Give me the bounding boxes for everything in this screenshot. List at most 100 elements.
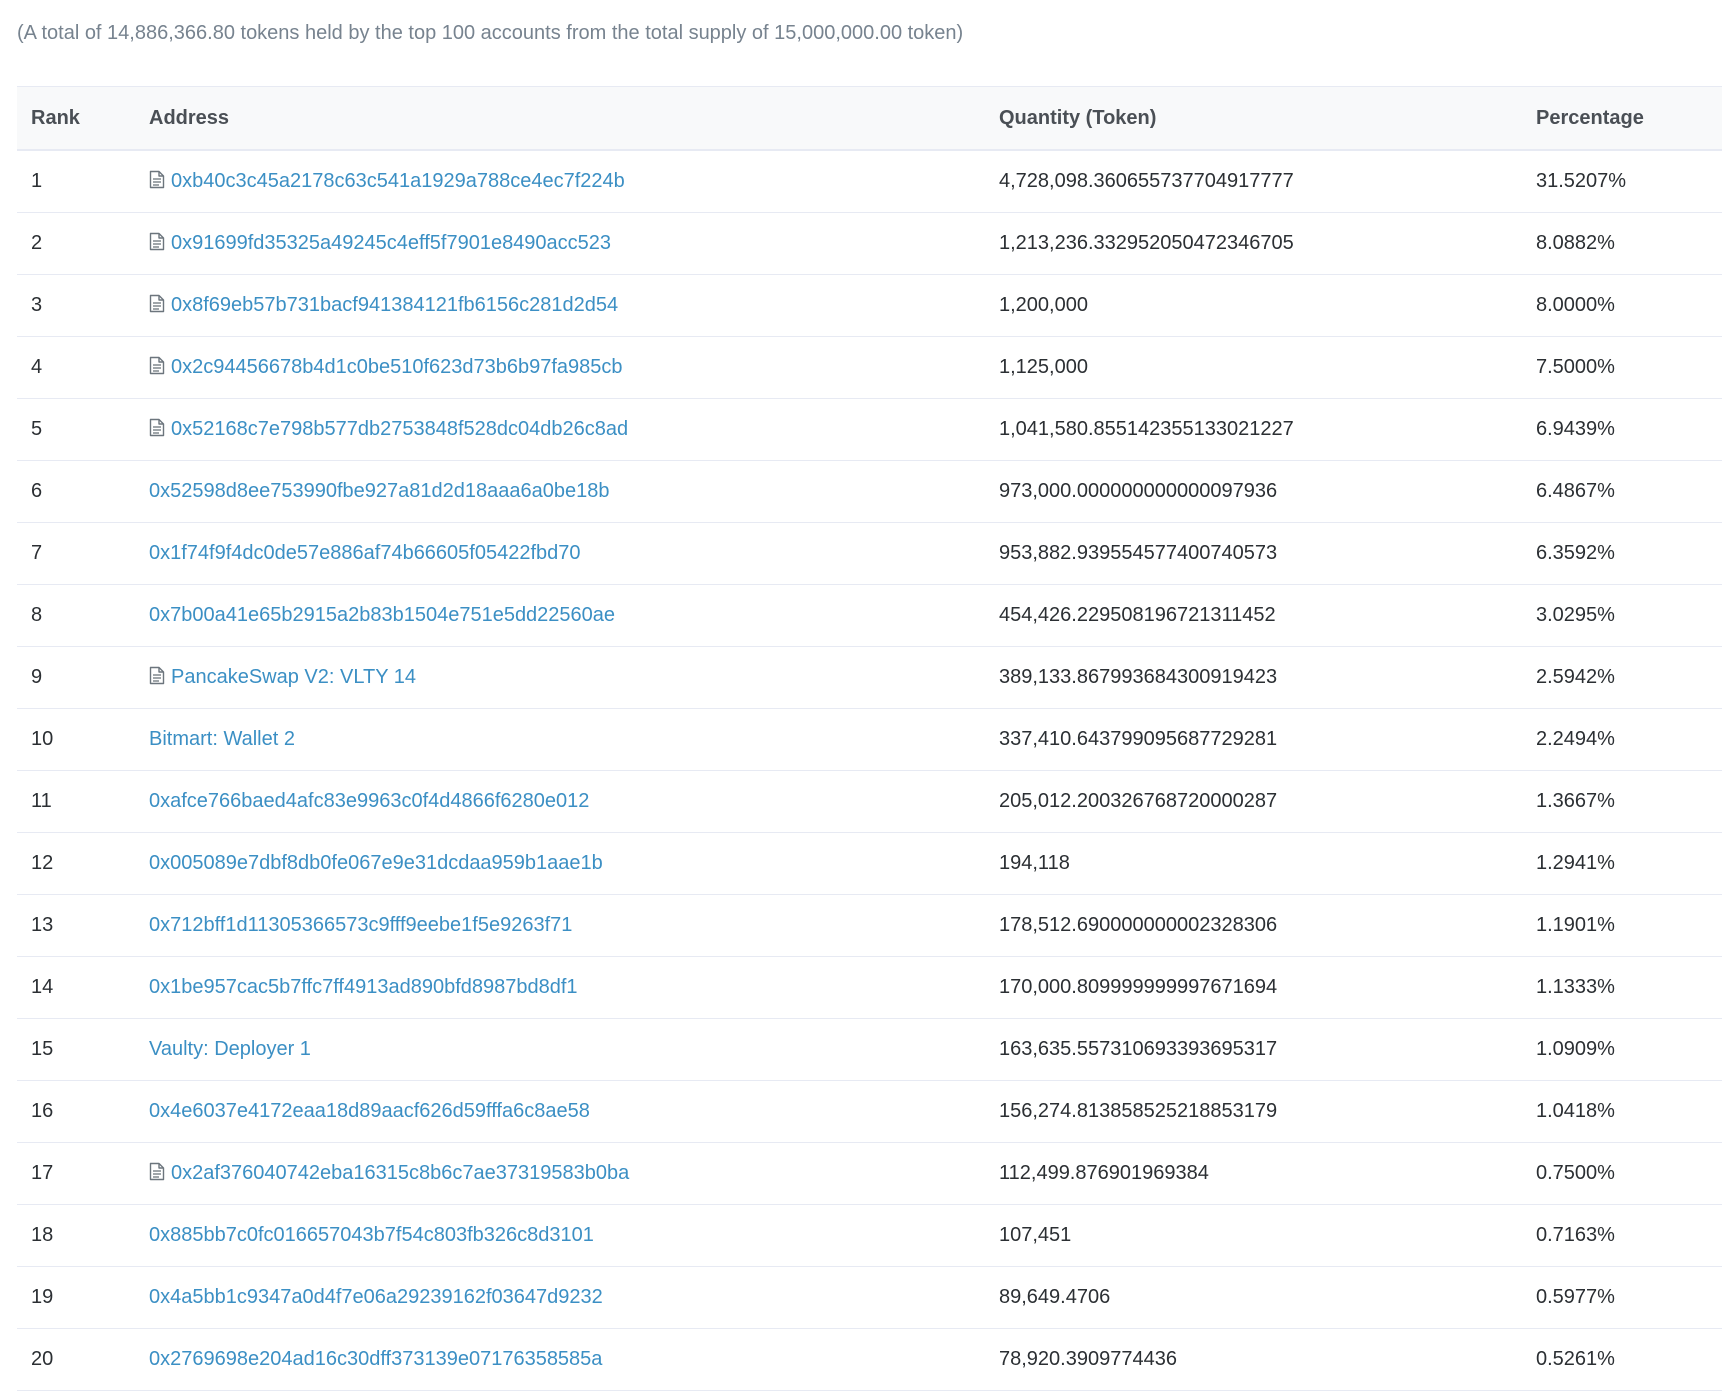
rank-cell: 8 — [17, 584, 135, 647]
address-cell: 0x4e6037e4172eaa18d89aacf626d59fffa6c8ae… — [135, 1080, 985, 1143]
holder-address-link[interactable]: 0x1be957cac5b7ffc7ff4913ad890bfd8987bd8d… — [149, 976, 578, 998]
contract-file-icon — [149, 232, 165, 251]
holder-address-link[interactable]: Bitmart: Wallet 2 — [149, 728, 295, 750]
percentage-cell: 1.3667% — [1522, 770, 1722, 833]
contract-file-icon — [149, 294, 165, 313]
holder-address-link[interactable]: 0xafce766baed4afc83e9963c0f4d4866f6280e0… — [149, 790, 589, 812]
percentage-cell: 3.0295% — [1522, 584, 1722, 647]
percentage-cell: 0.7163% — [1522, 1204, 1722, 1267]
percentage-cell: 7.5000% — [1522, 336, 1722, 399]
quantity-cell: 112,499.876901969384 — [985, 1142, 1522, 1205]
address-cell: Bitmart: Wallet 2 — [135, 708, 985, 771]
quantity-cell: 953,882.939554577400740573 — [985, 522, 1522, 585]
table-row: 18 0x885bb7c0fc016657043b7f54c803fb326c8d… — [17, 1204, 1722, 1267]
table-row: 19 0x4a5bb1c9347a0d4f7e06a29239162f03647d… — [17, 1266, 1722, 1329]
percentage-cell: 2.5942% — [1522, 646, 1722, 709]
percentage-cell: 0.7500% — [1522, 1142, 1722, 1205]
quantity-cell: 163,635.557310693393695317 — [985, 1018, 1522, 1081]
holder-address-link[interactable]: 0x005089e7dbf8db0fe067e9e31dcdaa959b1aae… — [149, 852, 603, 874]
address-cell: 0xb40c3c45a2178c63c541a1929a788ce4ec7f22… — [135, 150, 985, 213]
rank-cell: 15 — [17, 1018, 135, 1081]
holder-address-link[interactable]: 0x2af376040742eba16315c8b6c7ae37319583b0… — [171, 1162, 629, 1184]
address-cell: 0x8f69eb57b731bacf941384121fb6156c281d2d… — [135, 274, 985, 337]
percentage-cell: 0.5977% — [1522, 1266, 1722, 1329]
percentage-cell: 6.3592% — [1522, 522, 1722, 585]
holder-address-link[interactable]: 0x52598d8ee753990fbe927a81d2d18aaa6a0be1… — [149, 480, 609, 502]
rank-cell: 19 — [17, 1266, 135, 1329]
rank-cell: 18 — [17, 1204, 135, 1267]
percentage-cell: 1.0909% — [1522, 1018, 1722, 1081]
holder-address-link[interactable]: PancakeSwap V2: VLTY 14 — [171, 666, 416, 688]
address-cell: 0xafce766baed4afc83e9963c0f4d4866f6280e0… — [135, 770, 985, 833]
contract-file-icon — [149, 170, 165, 189]
table-row: 13 0x712bff1d11305366573c9fff9eebe1f5e926… — [17, 894, 1722, 957]
rank-cell: 11 — [17, 770, 135, 833]
address-cell: 0x52168c7e798b577db2753848f528dc04db26c8… — [135, 398, 985, 461]
holder-address-link[interactable]: 0xb40c3c45a2178c63c541a1929a788ce4ec7f22… — [171, 170, 625, 192]
table-row: 15 Vaulty: Deployer 1 163,635.557310693393… — [17, 1018, 1722, 1081]
quantity-cell: 337,410.643799095687729281 — [985, 708, 1522, 771]
quantity-cell: 78,920.3909774436 — [985, 1328, 1522, 1391]
holder-address-link[interactable]: 0x52168c7e798b577db2753848f528dc04db26c8… — [171, 418, 628, 440]
table-body: 1 0xb40c3c45a2178c63c541a1929a788ce4ec7f2… — [17, 150, 1722, 1391]
holder-address-link[interactable]: 0x7b00a41e65b2915a2b83b1504e751e5dd22560… — [149, 604, 615, 626]
quantity-cell: 156,274.813858525218853179 — [985, 1080, 1522, 1143]
holder-address-link[interactable]: 0x8f69eb57b731bacf941384121fb6156c281d2d… — [171, 294, 618, 316]
rank-cell: 7 — [17, 522, 135, 585]
rank-cell: 4 — [17, 336, 135, 399]
rank-cell: 1 — [17, 150, 135, 213]
address-cell: 0x712bff1d11305366573c9fff9eebe1f5e9263f… — [135, 894, 985, 957]
column-header-percentage: Percentage — [1536, 106, 1644, 129]
holder-address-link[interactable]: 0x885bb7c0fc016657043b7f54c803fb326c8d31… — [149, 1224, 594, 1246]
quantity-cell: 1,041,580.855142355133021227 — [985, 398, 1522, 461]
percentage-cell: 1.0418% — [1522, 1080, 1722, 1143]
holder-address-link[interactable]: 0x4a5bb1c9347a0d4f7e06a29239162f03647d92… — [149, 1286, 603, 1308]
quantity-cell: 89,649.4706 — [985, 1266, 1522, 1329]
rank-cell: 16 — [17, 1080, 135, 1143]
rank-cell: 12 — [17, 832, 135, 895]
table-row: 14 0x1be957cac5b7ffc7ff4913ad890bfd8987bd… — [17, 956, 1722, 1019]
rank-cell: 5 — [17, 398, 135, 461]
rank-cell: 13 — [17, 894, 135, 957]
address-cell: 0x2c94456678b4d1c0be510f623d73b6b97fa985… — [135, 336, 985, 399]
percentage-cell: 31.5207% — [1522, 150, 1722, 213]
table-row: 3 0x8f69eb57b731bacf941384121fb6156c281d2… — [17, 274, 1722, 337]
rank-cell: 20 — [17, 1328, 135, 1391]
contract-file-icon — [149, 1162, 165, 1181]
contract-file-icon — [149, 418, 165, 437]
rank-cell: 14 — [17, 956, 135, 1019]
holder-address-link[interactable]: 0x2c94456678b4d1c0be510f623d73b6b97fa985… — [171, 356, 623, 378]
percentage-cell: 8.0882% — [1522, 212, 1722, 275]
rank-cell: 6 — [17, 460, 135, 523]
token-holders-table: Rank Address Quantity (Token) Percentage… — [17, 86, 1722, 1391]
holder-address-link[interactable]: 0x91699fd35325a49245c4eff5f7901e8490acc5… — [171, 232, 611, 254]
quantity-cell: 178,512.690000000002328306 — [985, 894, 1522, 957]
quantity-cell: 454,426.229508196721311452 — [985, 584, 1522, 647]
table-header-row: Rank Address Quantity (Token) Percentage — [17, 86, 1722, 150]
holder-address-link[interactable]: Vaulty: Deployer 1 — [149, 1038, 311, 1060]
percentage-cell: 2.2494% — [1522, 708, 1722, 771]
address-cell: 0x2af376040742eba16315c8b6c7ae37319583b0… — [135, 1142, 985, 1205]
address-cell: 0x7b00a41e65b2915a2b83b1504e751e5dd22560… — [135, 584, 985, 647]
table-row: 2 0x91699fd35325a49245c4eff5f7901e8490acc… — [17, 212, 1722, 275]
holder-address-link[interactable]: 0x712bff1d11305366573c9fff9eebe1f5e9263f… — [149, 914, 572, 936]
address-cell: 0x52598d8ee753990fbe927a81d2d18aaa6a0be1… — [135, 460, 985, 523]
rank-cell: 17 — [17, 1142, 135, 1205]
table-row: 16 0x4e6037e4172eaa18d89aacf626d59fffa6c8… — [17, 1080, 1722, 1143]
quantity-cell: 4,728,098.360655737704917777 — [985, 150, 1522, 213]
table-row: 11 0xafce766baed4afc83e9963c0f4d4866f6280… — [17, 770, 1722, 833]
percentage-cell: 6.9439% — [1522, 398, 1722, 461]
address-cell: 0x2769698e204ad16c30dff373139e0717635858… — [135, 1328, 985, 1391]
quantity-cell: 205,012.200326768720000287 — [985, 770, 1522, 833]
table-row: 6 0x52598d8ee753990fbe927a81d2d18aaa6a0be… — [17, 460, 1722, 523]
quantity-cell: 1,213,236.332952050472346705 — [985, 212, 1522, 275]
holder-address-link[interactable]: 0x2769698e204ad16c30dff373139e0717635858… — [149, 1348, 602, 1370]
holder-address-link[interactable]: 0x4e6037e4172eaa18d89aacf626d59fffa6c8ae… — [149, 1100, 590, 1122]
rank-cell: 3 — [17, 274, 135, 337]
address-cell: 0x4a5bb1c9347a0d4f7e06a29239162f03647d92… — [135, 1266, 985, 1329]
percentage-cell: 0.5261% — [1522, 1328, 1722, 1391]
holder-address-link[interactable]: 0x1f74f9f4dc0de57e886af74b66605f05422fbd… — [149, 542, 581, 564]
address-cell: 0x885bb7c0fc016657043b7f54c803fb326c8d31… — [135, 1204, 985, 1267]
table-row: 12 0x005089e7dbf8db0fe067e9e31dcdaa959b1a… — [17, 832, 1722, 895]
rank-cell: 10 — [17, 708, 135, 771]
